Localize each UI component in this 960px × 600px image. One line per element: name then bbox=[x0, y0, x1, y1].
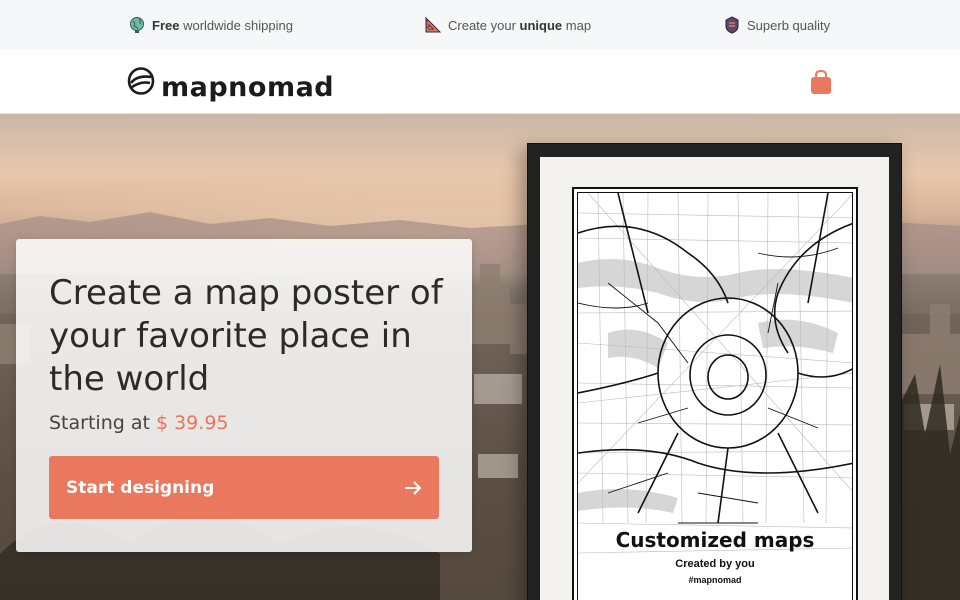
starting-price: Starting at $ 39.95 bbox=[49, 412, 229, 434]
hero-headline: Create a map poster of your favorite pla… bbox=[49, 273, 443, 399]
price-amount: $ 39.95 bbox=[155, 412, 229, 434]
perk-quality: Superb quality bbox=[723, 0, 830, 50]
start-designing-button[interactable]: Start designing bbox=[49, 456, 439, 519]
logo-text: mapnomad bbox=[161, 72, 335, 103]
quality-badge-icon bbox=[725, 16, 739, 34]
cta-label: Start designing bbox=[66, 477, 215, 498]
price-prefix: Starting at bbox=[49, 412, 156, 434]
perk-free-shipping: Free worldwide shipping bbox=[128, 0, 293, 50]
shopping-bag-icon[interactable] bbox=[810, 70, 832, 94]
logo-mark-icon bbox=[127, 66, 155, 95]
perk-text: Superb quality bbox=[747, 17, 831, 33]
ruler-icon bbox=[425, 16, 442, 33]
logo[interactable]: mapnomad bbox=[127, 62, 334, 103]
perk-bold: unique bbox=[519, 17, 563, 33]
perk-text-after: map bbox=[562, 17, 592, 33]
poster-subtitle: Created by you bbox=[675, 558, 755, 570]
poster-hashtag: #mapnomad bbox=[688, 575, 742, 585]
globe-icon bbox=[130, 17, 144, 33]
arrow-right-icon bbox=[405, 480, 422, 495]
perk-unique-map: Create your unique map bbox=[424, 0, 591, 50]
poster-title: Customized maps bbox=[615, 528, 815, 552]
perk-bold: Free bbox=[152, 17, 180, 33]
perk-text: worldwide shipping bbox=[179, 17, 293, 33]
perk-text-before: Create your bbox=[448, 17, 520, 33]
